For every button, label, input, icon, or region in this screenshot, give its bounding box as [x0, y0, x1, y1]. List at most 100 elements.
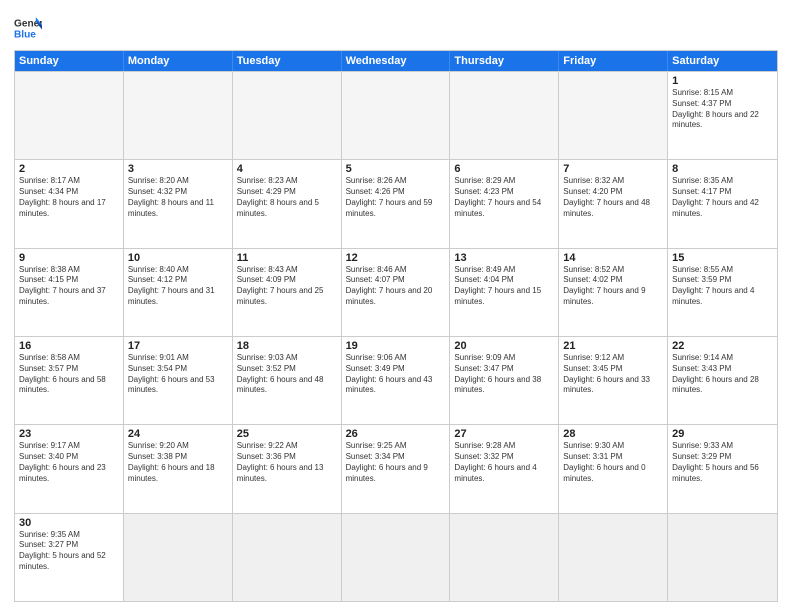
- cell-info: Sunrise: 9:17 AMSunset: 3:40 PMDaylight:…: [19, 441, 119, 484]
- calendar-cell: 30Sunrise: 9:35 AMSunset: 3:27 PMDayligh…: [15, 514, 124, 601]
- calendar-cell: 24Sunrise: 9:20 AMSunset: 3:38 PMDayligh…: [124, 425, 233, 512]
- calendar-cell: 7Sunrise: 8:32 AMSunset: 4:20 PMDaylight…: [559, 160, 668, 247]
- header-day-thursday: Thursday: [450, 51, 559, 71]
- calendar-cell: 2Sunrise: 8:17 AMSunset: 4:34 PMDaylight…: [15, 160, 124, 247]
- cell-info: Sunrise: 9:22 AMSunset: 3:36 PMDaylight:…: [237, 441, 337, 484]
- day-number: 2: [19, 163, 119, 175]
- day-number: 24: [128, 428, 228, 440]
- day-number: 16: [19, 340, 119, 352]
- calendar-cell: [342, 72, 451, 159]
- calendar-cell: 8Sunrise: 8:35 AMSunset: 4:17 PMDaylight…: [668, 160, 777, 247]
- calendar-cell: 21Sunrise: 9:12 AMSunset: 3:45 PMDayligh…: [559, 337, 668, 424]
- cell-info: Sunrise: 8:49 AMSunset: 4:04 PMDaylight:…: [454, 265, 554, 308]
- calendar-row: 2Sunrise: 8:17 AMSunset: 4:34 PMDaylight…: [15, 159, 777, 247]
- cell-info: Sunrise: 9:01 AMSunset: 3:54 PMDaylight:…: [128, 353, 228, 396]
- cell-info: Sunrise: 8:35 AMSunset: 4:17 PMDaylight:…: [672, 176, 773, 219]
- cell-info: Sunrise: 8:15 AMSunset: 4:37 PMDaylight:…: [672, 88, 773, 131]
- calendar-cell: [124, 514, 233, 601]
- calendar-cell: 12Sunrise: 8:46 AMSunset: 4:07 PMDayligh…: [342, 249, 451, 336]
- header-day-monday: Monday: [124, 51, 233, 71]
- cell-info: Sunrise: 9:14 AMSunset: 3:43 PMDaylight:…: [672, 353, 773, 396]
- calendar-row: 1Sunrise: 8:15 AMSunset: 4:37 PMDaylight…: [15, 71, 777, 159]
- day-number: 12: [346, 252, 446, 264]
- day-number: 7: [563, 163, 663, 175]
- calendar-cell: [124, 72, 233, 159]
- calendar-cell: 26Sunrise: 9:25 AMSunset: 3:34 PMDayligh…: [342, 425, 451, 512]
- day-number: 28: [563, 428, 663, 440]
- calendar-cell: 16Sunrise: 8:58 AMSunset: 3:57 PMDayligh…: [15, 337, 124, 424]
- calendar-cell: 1Sunrise: 8:15 AMSunset: 4:37 PMDaylight…: [668, 72, 777, 159]
- cell-info: Sunrise: 8:23 AMSunset: 4:29 PMDaylight:…: [237, 176, 337, 219]
- header-day-friday: Friday: [559, 51, 668, 71]
- calendar-cell: 18Sunrise: 9:03 AMSunset: 3:52 PMDayligh…: [233, 337, 342, 424]
- calendar-cell: 4Sunrise: 8:23 AMSunset: 4:29 PMDaylight…: [233, 160, 342, 247]
- calendar-cell: [450, 72, 559, 159]
- day-number: 29: [672, 428, 773, 440]
- day-number: 6: [454, 163, 554, 175]
- day-number: 21: [563, 340, 663, 352]
- cell-info: Sunrise: 8:26 AMSunset: 4:26 PMDaylight:…: [346, 176, 446, 219]
- calendar-cell: [668, 514, 777, 601]
- header-day-sunday: Sunday: [15, 51, 124, 71]
- cell-info: Sunrise: 9:33 AMSunset: 3:29 PMDaylight:…: [672, 441, 773, 484]
- calendar-cell: 17Sunrise: 9:01 AMSunset: 3:54 PMDayligh…: [124, 337, 233, 424]
- logo-icon: General Blue: [14, 14, 42, 42]
- calendar-row: 9Sunrise: 8:38 AMSunset: 4:15 PMDaylight…: [15, 248, 777, 336]
- calendar-cell: [559, 514, 668, 601]
- cell-info: Sunrise: 9:30 AMSunset: 3:31 PMDaylight:…: [563, 441, 663, 484]
- header-day-wednesday: Wednesday: [342, 51, 451, 71]
- calendar-cell: [233, 72, 342, 159]
- header-day-saturday: Saturday: [668, 51, 777, 71]
- cell-info: Sunrise: 9:03 AMSunset: 3:52 PMDaylight:…: [237, 353, 337, 396]
- day-number: 25: [237, 428, 337, 440]
- cell-info: Sunrise: 9:06 AMSunset: 3:49 PMDaylight:…: [346, 353, 446, 396]
- calendar-cell: 10Sunrise: 8:40 AMSunset: 4:12 PMDayligh…: [124, 249, 233, 336]
- day-number: 9: [19, 252, 119, 264]
- day-number: 17: [128, 340, 228, 352]
- cell-info: Sunrise: 8:38 AMSunset: 4:15 PMDaylight:…: [19, 265, 119, 308]
- svg-text:Blue: Blue: [14, 29, 36, 40]
- day-number: 4: [237, 163, 337, 175]
- calendar-cell: 11Sunrise: 8:43 AMSunset: 4:09 PMDayligh…: [233, 249, 342, 336]
- calendar-row: 30Sunrise: 9:35 AMSunset: 3:27 PMDayligh…: [15, 513, 777, 601]
- cell-info: Sunrise: 9:12 AMSunset: 3:45 PMDaylight:…: [563, 353, 663, 396]
- cell-info: Sunrise: 9:35 AMSunset: 3:27 PMDaylight:…: [19, 530, 119, 573]
- day-number: 19: [346, 340, 446, 352]
- calendar-cell: 27Sunrise: 9:28 AMSunset: 3:32 PMDayligh…: [450, 425, 559, 512]
- day-number: 23: [19, 428, 119, 440]
- cell-info: Sunrise: 8:29 AMSunset: 4:23 PMDaylight:…: [454, 176, 554, 219]
- cell-info: Sunrise: 8:55 AMSunset: 3:59 PMDaylight:…: [672, 265, 773, 308]
- calendar-cell: 20Sunrise: 9:09 AMSunset: 3:47 PMDayligh…: [450, 337, 559, 424]
- cell-info: Sunrise: 9:25 AMSunset: 3:34 PMDaylight:…: [346, 441, 446, 484]
- calendar: SundayMondayTuesdayWednesdayThursdayFrid…: [14, 50, 778, 602]
- calendar-cell: 14Sunrise: 8:52 AMSunset: 4:02 PMDayligh…: [559, 249, 668, 336]
- day-number: 11: [237, 252, 337, 264]
- calendar-cell: 13Sunrise: 8:49 AMSunset: 4:04 PMDayligh…: [450, 249, 559, 336]
- calendar-cell: 19Sunrise: 9:06 AMSunset: 3:49 PMDayligh…: [342, 337, 451, 424]
- day-number: 3: [128, 163, 228, 175]
- calendar-cell: [342, 514, 451, 601]
- calendar-cell: 23Sunrise: 9:17 AMSunset: 3:40 PMDayligh…: [15, 425, 124, 512]
- day-number: 1: [672, 75, 773, 87]
- header-day-tuesday: Tuesday: [233, 51, 342, 71]
- day-number: 27: [454, 428, 554, 440]
- calendar-row: 23Sunrise: 9:17 AMSunset: 3:40 PMDayligh…: [15, 424, 777, 512]
- day-number: 26: [346, 428, 446, 440]
- cell-info: Sunrise: 8:52 AMSunset: 4:02 PMDaylight:…: [563, 265, 663, 308]
- calendar-cell: 15Sunrise: 8:55 AMSunset: 3:59 PMDayligh…: [668, 249, 777, 336]
- calendar-cell: [450, 514, 559, 601]
- calendar-row: 16Sunrise: 8:58 AMSunset: 3:57 PMDayligh…: [15, 336, 777, 424]
- cell-info: Sunrise: 9:20 AMSunset: 3:38 PMDaylight:…: [128, 441, 228, 484]
- day-number: 22: [672, 340, 773, 352]
- calendar-cell: 9Sunrise: 8:38 AMSunset: 4:15 PMDaylight…: [15, 249, 124, 336]
- cell-info: Sunrise: 9:28 AMSunset: 3:32 PMDaylight:…: [454, 441, 554, 484]
- day-number: 20: [454, 340, 554, 352]
- calendar-cell: 6Sunrise: 8:29 AMSunset: 4:23 PMDaylight…: [450, 160, 559, 247]
- day-number: 30: [19, 517, 119, 529]
- day-number: 15: [672, 252, 773, 264]
- calendar-header: SundayMondayTuesdayWednesdayThursdayFrid…: [15, 51, 777, 71]
- calendar-cell: 28Sunrise: 9:30 AMSunset: 3:31 PMDayligh…: [559, 425, 668, 512]
- cell-info: Sunrise: 8:20 AMSunset: 4:32 PMDaylight:…: [128, 176, 228, 219]
- calendar-cell: [559, 72, 668, 159]
- cell-info: Sunrise: 8:32 AMSunset: 4:20 PMDaylight:…: [563, 176, 663, 219]
